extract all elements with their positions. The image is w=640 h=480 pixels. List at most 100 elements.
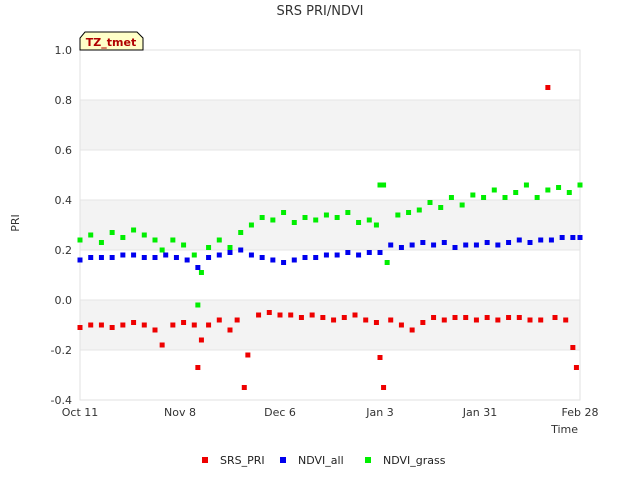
point-srs-pri bbox=[388, 317, 394, 323]
point-ndvi-grass bbox=[120, 235, 126, 240]
point-srs-pri bbox=[170, 322, 176, 328]
point-srs-pri bbox=[88, 322, 94, 328]
point-srs-pri bbox=[506, 315, 512, 320]
point-ndvi-grass bbox=[523, 182, 529, 188]
point-ndvi-grass bbox=[470, 192, 476, 198]
point-ndvi-all bbox=[195, 265, 201, 270]
point-ndvi-all bbox=[559, 235, 565, 240]
point-srs-pri bbox=[159, 342, 165, 348]
legend-swatch-srs-pri bbox=[202, 457, 208, 463]
point-ndvi-grass bbox=[534, 195, 540, 200]
point-srs-pri bbox=[309, 312, 315, 318]
legend-swatch-ndvi-all bbox=[280, 457, 286, 463]
point-ndvi-grass bbox=[109, 230, 115, 235]
x-tick-label: Oct 11 bbox=[62, 406, 99, 419]
point-ndvi-all bbox=[345, 250, 351, 255]
point-ndvi-all bbox=[452, 245, 458, 250]
point-ndvi-grass bbox=[481, 195, 487, 200]
point-ndvi-grass bbox=[545, 187, 551, 193]
point-ndvi-grass bbox=[448, 195, 454, 200]
point-srs-pri bbox=[363, 317, 369, 323]
point-ndvi-all bbox=[206, 255, 212, 260]
point-srs-pri bbox=[298, 315, 304, 320]
point-ndvi-grass bbox=[152, 237, 158, 243]
point-ndvi-grass bbox=[195, 302, 201, 308]
point-ndvi-grass bbox=[416, 207, 422, 213]
point-ndvi-all bbox=[291, 257, 297, 263]
point-ndvi-grass bbox=[198, 270, 204, 275]
point-ndvi-grass bbox=[373, 222, 379, 228]
point-ndvi-grass bbox=[238, 230, 244, 235]
point-srs-pri bbox=[377, 355, 383, 360]
point-srs-pri bbox=[431, 315, 437, 320]
point-srs-pri bbox=[441, 317, 447, 323]
point-ndvi-all bbox=[484, 240, 490, 245]
point-srs-pri bbox=[516, 315, 522, 320]
point-srs-pri bbox=[398, 322, 404, 328]
point-srs-pri bbox=[495, 317, 501, 323]
y-tick-label: -0.2 bbox=[51, 344, 72, 357]
point-ndvi-grass bbox=[323, 212, 329, 218]
x-tick-label: Nov 8 bbox=[164, 406, 196, 419]
grid-band bbox=[80, 300, 580, 350]
point-srs-pri bbox=[573, 365, 579, 370]
point-srs-pri bbox=[527, 317, 533, 323]
point-srs-pri bbox=[131, 320, 137, 325]
y-tick-label: 0.2 bbox=[55, 244, 73, 257]
point-ndvi-grass bbox=[313, 217, 319, 223]
point-ndvi-all bbox=[248, 252, 254, 258]
chart-title: SRS PRI/NDVI bbox=[277, 4, 364, 19]
point-ndvi-all bbox=[173, 255, 179, 260]
site-badge-label: TZ_tmet bbox=[86, 36, 136, 49]
point-ndvi-all bbox=[323, 252, 329, 258]
point-ndvi-all bbox=[259, 255, 265, 260]
point-srs-pri bbox=[234, 317, 240, 323]
point-ndvi-all bbox=[388, 242, 394, 248]
point-srs-pri bbox=[538, 317, 544, 323]
x-tick-label: Jan 3 bbox=[365, 406, 393, 419]
point-ndvi-all bbox=[334, 252, 340, 258]
point-ndvi-grass bbox=[98, 240, 104, 245]
point-ndvi-grass bbox=[356, 220, 362, 225]
point-ndvi-grass bbox=[206, 245, 212, 250]
point-srs-pri bbox=[216, 317, 222, 323]
point-ndvi-all bbox=[141, 255, 147, 260]
point-srs-pri bbox=[277, 312, 283, 318]
point-srs-pri bbox=[563, 317, 569, 323]
point-ndvi-all bbox=[548, 237, 554, 243]
point-srs-pri bbox=[245, 352, 251, 358]
point-ndvi-all bbox=[398, 245, 404, 250]
point-ndvi-grass bbox=[259, 215, 265, 220]
point-srs-pri bbox=[241, 385, 247, 390]
point-ndvi-all bbox=[120, 252, 126, 258]
point-ndvi-all bbox=[356, 252, 362, 258]
point-ndvi-all bbox=[131, 252, 137, 258]
x-tick-label: Feb 28 bbox=[562, 406, 599, 419]
point-ndvi-grass bbox=[159, 247, 165, 253]
point-ndvi-all bbox=[538, 237, 544, 243]
y-tick-label: 0.0 bbox=[55, 294, 73, 307]
point-ndvi-grass bbox=[577, 182, 583, 188]
point-ndvi-grass bbox=[131, 227, 137, 233]
y-tick-label: 1.0 bbox=[55, 44, 73, 57]
point-ndvi-all bbox=[409, 242, 415, 248]
point-srs-pri bbox=[256, 312, 262, 318]
point-srs-pri bbox=[352, 312, 358, 318]
point-srs-pri bbox=[463, 315, 469, 320]
legend-label-ndvi-grass: NDVI_grass bbox=[383, 454, 446, 467]
point-srs-pri bbox=[331, 317, 337, 323]
point-ndvi-grass bbox=[88, 232, 94, 238]
point-ndvi-grass bbox=[556, 185, 562, 190]
point-ndvi-grass bbox=[406, 210, 412, 215]
point-srs-pri bbox=[227, 327, 233, 333]
point-ndvi-grass bbox=[302, 215, 308, 220]
point-srs-pri bbox=[552, 315, 558, 320]
point-srs-pri bbox=[266, 310, 272, 315]
point-srs-pri bbox=[452, 315, 458, 320]
point-srs-pri bbox=[473, 317, 479, 323]
point-ndvi-all bbox=[473, 242, 479, 248]
point-ndvi-all bbox=[366, 250, 372, 255]
point-ndvi-all bbox=[516, 237, 522, 243]
point-ndvi-all bbox=[527, 240, 533, 245]
point-srs-pri bbox=[109, 325, 115, 330]
